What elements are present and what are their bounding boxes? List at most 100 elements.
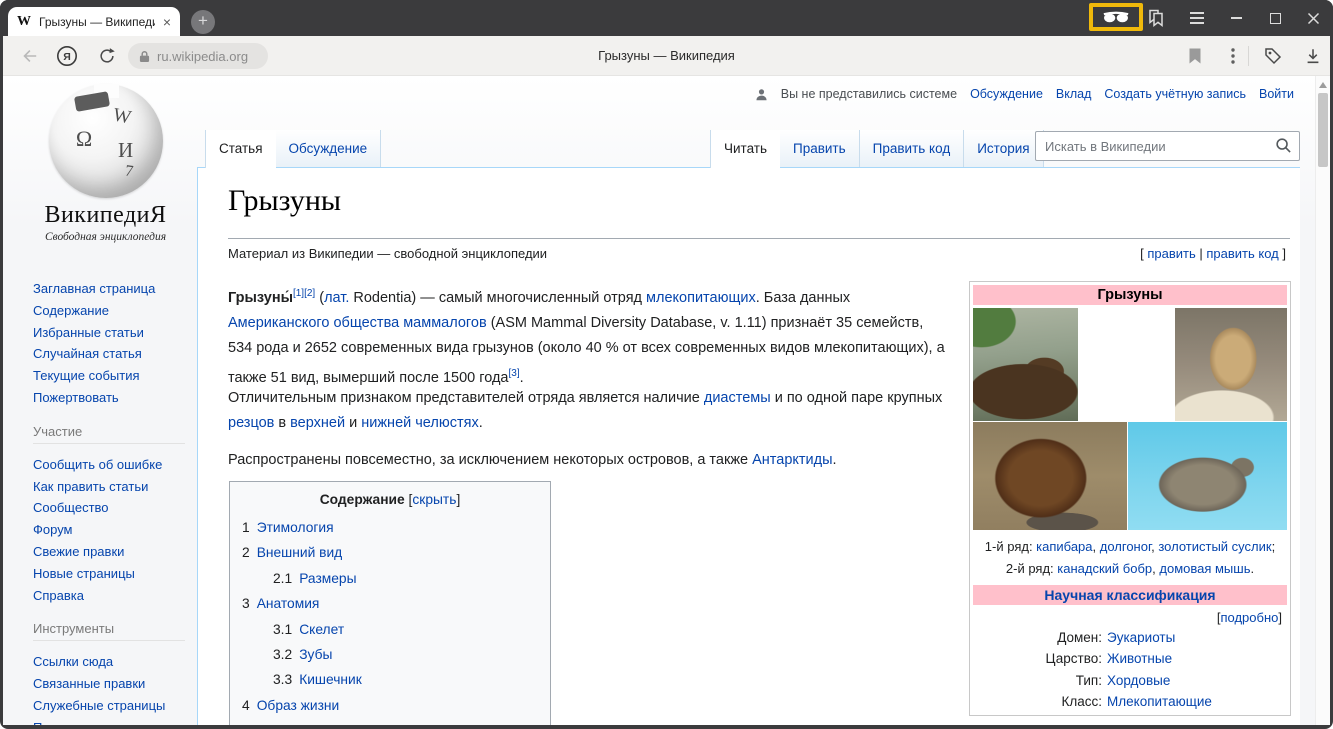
- sidebar-item-related-changes[interactable]: Связанные правки: [33, 673, 185, 695]
- sidebar-item-permanent-link[interactable]: Постоянная ссылка: [33, 717, 185, 725]
- springhare-image[interactable]: [1079, 308, 1174, 421]
- address-bar[interactable]: ru.wikipedia.org: [128, 43, 268, 69]
- new-tab-button[interactable]: +: [191, 10, 215, 34]
- toc-item[interactable]: 4.1Питание: [242, 718, 538, 725]
- scientific-classification-header[interactable]: Научная классификация: [973, 585, 1287, 605]
- toc-link[interactable]: Питание: [299, 723, 353, 725]
- wiki-link[interactable]: [1]: [293, 288, 304, 299]
- back-icon[interactable]: [17, 44, 41, 68]
- toc-link[interactable]: Образ жизни: [257, 698, 340, 713]
- personal-link-login[interactable]: Войти: [1259, 87, 1294, 101]
- side-panels-icon[interactable]: [1144, 0, 1168, 36]
- sidebar-item-new-pages[interactable]: Новые страницы: [33, 563, 185, 585]
- taxonomy-value-link[interactable]: Эукариоты: [1107, 627, 1175, 648]
- personal-link-talk[interactable]: Обсуждение: [970, 87, 1043, 101]
- incognito-glasses-icon[interactable]: [1102, 11, 1130, 23]
- sidebar-item-forum[interactable]: Форум: [33, 519, 185, 541]
- sidebar-item-contents[interactable]: Содержание: [33, 300, 185, 322]
- taxonomy-value-link[interactable]: Млекопитающие: [1107, 691, 1212, 712]
- wiki-link[interactable]: нижней челюстях: [361, 415, 478, 431]
- capybara-image[interactable]: [973, 308, 1078, 421]
- sidebar-item-help[interactable]: Справка: [33, 585, 185, 607]
- toc-link[interactable]: Внешний вид: [257, 545, 343, 560]
- house-mouse-image[interactable]: [1128, 422, 1287, 530]
- maximize-icon[interactable]: [1263, 0, 1287, 36]
- toc-item[interactable]: 3.1Скелет: [242, 617, 538, 642]
- tab-article[interactable]: Статья: [205, 130, 276, 168]
- toc-item[interactable]: 3.3Кишечник: [242, 667, 538, 692]
- wiki-link[interactable]: млекопитающих: [646, 290, 756, 306]
- wiki-link[interactable]: скрыть: [412, 492, 456, 507]
- wiki-link[interactable]: верхней: [290, 415, 345, 431]
- wiki-link[interactable]: [3]: [508, 368, 519, 379]
- browser-window: W Грызуны — Википедия × +: [0, 0, 1333, 729]
- wiki-link[interactable]: править: [1147, 246, 1195, 261]
- sidebar-item-random[interactable]: Случайная статья: [33, 343, 185, 365]
- toc-link[interactable]: Кишечник: [299, 672, 362, 687]
- toc-link[interactable]: Этимология: [257, 520, 334, 535]
- sidebar-item-community[interactable]: Сообщество: [33, 497, 185, 519]
- search-icon[interactable]: [1275, 137, 1292, 159]
- sidebar-item-report-error[interactable]: Сообщить об ошибке: [33, 454, 185, 476]
- personal-link-create-account[interactable]: Создать учётную запись: [1104, 87, 1246, 101]
- sidebar-item-featured[interactable]: Избранные статьи: [33, 322, 185, 344]
- wiki-link[interactable]: подробно: [1220, 610, 1278, 625]
- tab-discussion[interactable]: Обсуждение: [276, 130, 382, 167]
- toc-link[interactable]: Анатомия: [257, 596, 320, 611]
- toc-link[interactable]: Скелет: [299, 622, 344, 637]
- toc-link[interactable]: Зубы: [299, 647, 332, 662]
- tab-edit[interactable]: Править: [780, 130, 860, 167]
- wiki-link[interactable]: править код: [1206, 246, 1278, 261]
- minimize-icon[interactable]: [1224, 0, 1248, 36]
- sidebar-item-how-to-edit[interactable]: Как править статьи: [33, 476, 185, 498]
- sidebar-item-main-page[interactable]: Заглавная страница: [33, 278, 185, 300]
- wiki-link[interactable]: [2]: [304, 288, 315, 299]
- toc-item[interactable]: 2.1Размеры: [242, 566, 538, 591]
- toc-item[interactable]: 4Образ жизни: [242, 693, 538, 718]
- toc-link[interactable]: Размеры: [299, 571, 356, 586]
- tab-close-icon[interactable]: ×: [163, 15, 171, 29]
- tab-edit-source[interactable]: Править код: [860, 130, 965, 167]
- download-icon[interactable]: [1301, 44, 1325, 68]
- search-input[interactable]: [1035, 131, 1300, 161]
- tab-read[interactable]: Читать: [710, 130, 780, 168]
- toc-item[interactable]: 3.2Зубы: [242, 642, 538, 667]
- wiki-link[interactable]: Антарктиды: [752, 452, 832, 468]
- wiki-link[interactable]: Американского общества маммалогов: [228, 315, 487, 331]
- scroll-up-icon[interactable]: [1319, 82, 1327, 88]
- toc-item[interactable]: 2Внешний вид: [242, 540, 538, 565]
- wiki-link[interactable]: лат.: [324, 290, 349, 306]
- menu-icon[interactable]: [1185, 0, 1209, 36]
- wiki-link[interactable]: долгоног: [1100, 539, 1151, 554]
- taxonomy-value-link[interactable]: Животные: [1107, 648, 1172, 669]
- browser-tab[interactable]: W Грызуны — Википедия ×: [8, 7, 180, 36]
- wiki-link[interactable]: канадский бобр: [1057, 561, 1152, 576]
- golden-ground-squirrel-image[interactable]: [1175, 308, 1287, 421]
- collections-icon[interactable]: [1261, 44, 1285, 68]
- taxonomy-value-link[interactable]: Хордовые: [1107, 670, 1170, 691]
- wiki-link[interactable]: резцов: [228, 415, 274, 431]
- wiki-link[interactable]: домовая мышь: [1159, 561, 1250, 576]
- beaver-image[interactable]: [973, 422, 1127, 530]
- page-scrollbar[interactable]: [1315, 76, 1330, 725]
- bookmark-icon[interactable]: [1183, 44, 1207, 68]
- wiki-link[interactable]: золотистый суслик: [1158, 539, 1271, 554]
- wikipedia-logo[interactable]: Ω W И 7 ВикипедиЯ Свободная энциклопедия: [28, 82, 183, 243]
- tab-history[interactable]: История: [964, 130, 1043, 167]
- sidebar-item-what-links-here[interactable]: Ссылки сюда: [33, 651, 185, 673]
- yandex-home-icon[interactable]: Я: [55, 44, 79, 68]
- reload-icon[interactable]: [95, 44, 119, 68]
- sidebar-item-special-pages[interactable]: Служебные страницы: [33, 695, 185, 717]
- close-window-icon[interactable]: [1301, 0, 1325, 36]
- toc-item[interactable]: 3Анатомия: [242, 591, 538, 616]
- toc-item[interactable]: 1Этимология: [242, 515, 538, 540]
- personal-link-contribs[interactable]: Вклад: [1056, 87, 1092, 101]
- globe-glyph: 7: [124, 162, 134, 181]
- wiki-link[interactable]: диастемы: [704, 390, 771, 406]
- more-options-icon[interactable]: [1221, 44, 1245, 68]
- sidebar-item-donate[interactable]: Пожертвовать: [33, 387, 185, 409]
- sidebar-item-recent-changes[interactable]: Свежие правки: [33, 541, 185, 563]
- sidebar-item-current-events[interactable]: Текущие события: [33, 365, 185, 387]
- wiki-link[interactable]: капибара: [1036, 539, 1092, 554]
- scrollbar-thumb[interactable]: [1318, 93, 1328, 167]
